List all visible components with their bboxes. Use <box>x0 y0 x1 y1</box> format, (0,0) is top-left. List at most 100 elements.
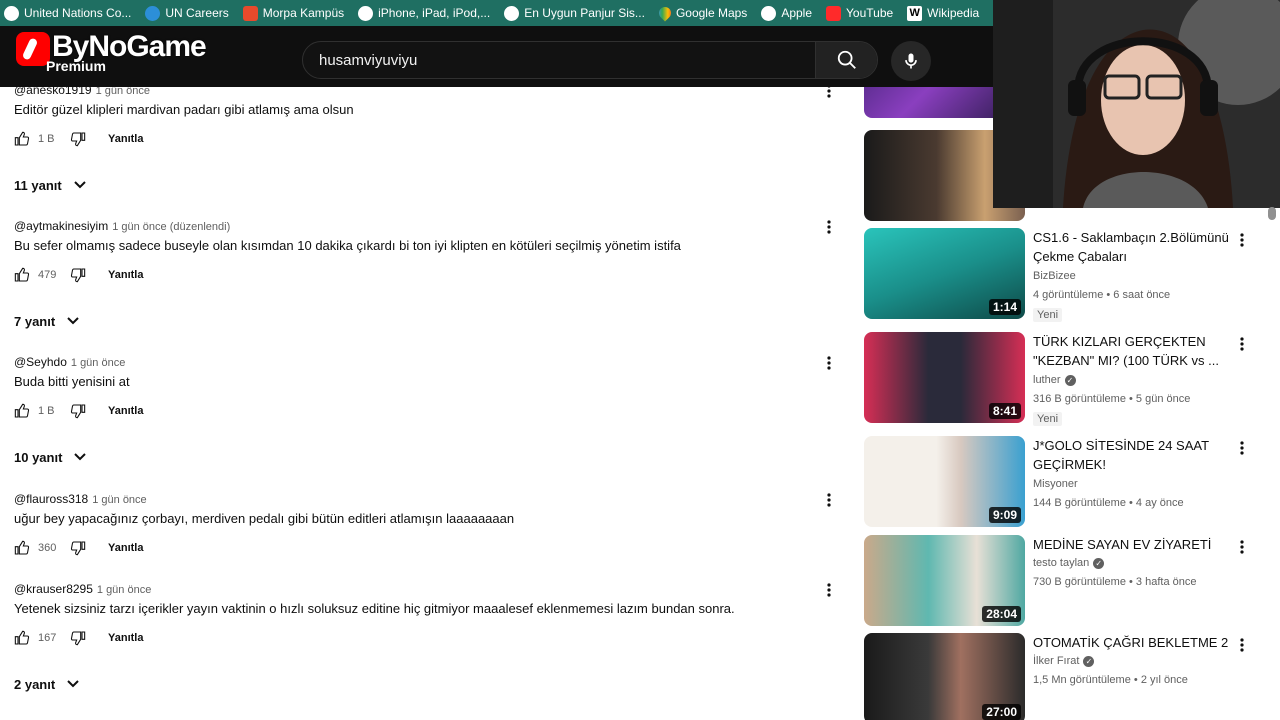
video-channel[interactable]: testo taylan ✓ <box>1033 557 1105 569</box>
reply-button[interactable]: Yanıtla <box>108 542 143 554</box>
dislike-icon[interactable] <box>70 540 86 556</box>
microphone-icon <box>905 53 917 69</box>
dislike-icon[interactable] <box>70 630 86 646</box>
video-channel[interactable]: İlker Fırat ✓ <box>1033 655 1095 667</box>
bookmark-label: YouTube <box>846 6 894 20</box>
video-title[interactable]: TÜRK KIZLARI GERÇEKTEN "KEZBAN" MI? (100… <box>1033 332 1229 370</box>
logo[interactable]: ByNoGame Premium <box>16 28 226 74</box>
comment-author[interactable]: @aytmakinesiyim <box>14 219 108 233</box>
bookmark-morpa[interactable]: Morpa Kampüs <box>242 5 344 21</box>
comment-time[interactable]: 1 gün önce (düzenlendi) <box>112 221 230 233</box>
video-thumbnail[interactable]: 1:14 <box>864 228 1025 319</box>
more-options-icon[interactable] <box>1234 336 1250 352</box>
replies-toggle[interactable]: 7 yanıt <box>14 313 81 329</box>
more-options-icon[interactable] <box>1234 539 1250 555</box>
verified-icon: ✓ <box>1083 655 1095 667</box>
reply-button[interactable]: Yanıtla <box>108 405 143 417</box>
channel-name: testo taylan <box>1033 557 1090 569</box>
scrollbar-thumb[interactable] <box>1268 207 1276 220</box>
reply-button[interactable]: Yanıtla <box>108 269 143 281</box>
comment: @aytmakinesiyim 1 gün önce (düzenlendi) B… <box>14 219 844 283</box>
video-card[interactable]: 8:41 TÜRK KIZLARI GERÇEKTEN "KEZBAN" MI?… <box>864 332 1264 426</box>
video-age: 4 ay önce <box>1135 497 1184 509</box>
replies-toggle[interactable]: 10 yanıt <box>14 449 88 465</box>
comment-time[interactable]: 1 gün önce <box>92 494 146 506</box>
bookmark-google-maps[interactable]: Google Maps <box>656 4 747 22</box>
more-options-icon[interactable] <box>821 219 837 235</box>
channel-name: BizBizee <box>1033 270 1076 282</box>
like-icon[interactable] <box>14 403 30 419</box>
video-title[interactable]: MEDİNE SAYAN EV ZİYARETİ <box>1033 535 1229 554</box>
reply-button[interactable]: Yanıtla <box>108 133 143 145</box>
bookmark-iphone[interactable]: iPhone, iPad, iPod,... <box>358 5 490 21</box>
voice-search-button[interactable] <box>891 41 931 81</box>
top-nav: ByNoGame Premium husamviyuviyu <box>0 26 993 87</box>
bookmark-un-careers[interactable]: UN Careers <box>145 5 229 21</box>
replies-count: 10 yanıt <box>14 449 63 465</box>
replies-toggle[interactable]: 2 yanıt <box>14 676 81 692</box>
video-thumbnail[interactable]: 27:00 <box>864 633 1025 720</box>
like-icon[interactable] <box>14 131 30 147</box>
bookmark-united-nations[interactable]: United Nations Co... <box>4 5 132 21</box>
video-card[interactable]: 9:09 J*GOLO SİTESİNDE 24 SAAT GEÇİRMEK! … <box>864 436 1264 528</box>
video-views: 4 görüntüleme <box>1033 289 1104 301</box>
bookmark-panjur[interactable]: En Uygun Panjur Sis... <box>504 5 645 21</box>
like-count: 360 <box>38 542 57 554</box>
video-channel[interactable]: luther ✓ <box>1033 374 1076 386</box>
video-title[interactable]: OTOMATİK ÇAĞRI BEKLETME 2 <box>1033 633 1229 652</box>
more-options-icon[interactable] <box>1234 232 1250 248</box>
dislike-icon[interactable] <box>70 267 86 283</box>
video-title[interactable]: J*GOLO SİTESİNDE 24 SAAT GEÇİRMEK! <box>1033 436 1229 474</box>
video-thumbnail[interactable]: 8:41 <box>864 332 1025 423</box>
like-icon[interactable] <box>14 540 30 556</box>
like-icon[interactable] <box>14 267 30 283</box>
search-button[interactable] <box>815 42 877 78</box>
more-options-icon[interactable] <box>821 492 837 508</box>
bookmark-label: UN Careers <box>165 6 229 20</box>
channel-name: Misyoner <box>1033 478 1078 490</box>
comment-time[interactable]: 1 gün önce <box>96 87 150 97</box>
dislike-icon[interactable] <box>70 131 86 147</box>
comment-author[interactable]: @Seyhdo <box>14 355 67 369</box>
video-duration: 1:14 <box>988 299 1021 315</box>
comment-text: Buda bitti yenisini at <box>14 374 130 389</box>
comment-author[interactable]: @flauross318 <box>14 492 88 506</box>
video-thumbnail[interactable]: 9:09 <box>864 436 1025 527</box>
more-options-icon[interactable] <box>821 355 837 371</box>
reply-button[interactable]: Yanıtla <box>108 632 143 644</box>
bookmark-wikipedia[interactable]: W Wikipedia <box>907 5 979 21</box>
webcam-image <box>993 0 1280 208</box>
comment-text: Yetenek sizsiniz tarzı içerikler yayın v… <box>14 601 735 616</box>
video-views: 1,5 Mn görüntüleme <box>1033 674 1131 686</box>
replies-toggle[interactable]: 11 yanıt <box>14 177 88 193</box>
video-card[interactable]: 28:04 MEDİNE SAYAN EV ZİYARETİ testo tay… <box>864 535 1264 627</box>
video-thumbnail[interactable]: 28:04 <box>864 535 1025 626</box>
comment-text: uğur bey yapacağınız çorbayı, merdiven p… <box>14 511 515 526</box>
video-duration: 28:04 <box>982 606 1021 622</box>
like-icon[interactable] <box>14 630 30 646</box>
bookmark-label: United Nations Co... <box>24 6 132 20</box>
more-options-icon[interactable] <box>1234 637 1250 653</box>
comment-time[interactable]: 1 gün önce <box>71 357 125 369</box>
replies-count: 2 yanıt <box>14 676 56 692</box>
video-card[interactable]: 1:14 CS1.6 - Saklambaçın 2.Bölümünü Çekm… <box>864 228 1264 322</box>
comment-author[interactable]: @krauser8295 <box>14 582 93 596</box>
more-options-icon[interactable] <box>1234 440 1250 456</box>
comment-text: Editör güzel klipleri mardivan padarı gi… <box>14 102 354 117</box>
bookmark-youtube[interactable]: YouTube <box>826 5 894 21</box>
video-channel[interactable]: BizBizee <box>1033 270 1076 282</box>
more-options-icon[interactable] <box>821 582 837 598</box>
maps-icon <box>656 4 674 22</box>
video-channel[interactable]: Misyoner <box>1033 478 1078 490</box>
comment-author[interactable]: @anesko1919 <box>14 87 92 97</box>
verified-icon: ✓ <box>1064 374 1076 386</box>
dislike-icon[interactable] <box>70 403 86 419</box>
un-icon <box>145 5 161 21</box>
more-options-icon[interactable] <box>821 87 837 99</box>
video-title[interactable]: CS1.6 - Saklambaçın 2.Bölümünü Çekme Çab… <box>1033 228 1229 266</box>
search-input[interactable]: husamviyuviyu <box>319 52 417 69</box>
comment-time[interactable]: 1 gün önce <box>97 584 151 596</box>
bookmark-apple[interactable]: Apple <box>761 5 812 21</box>
video-card[interactable]: 27:00 OTOMATİK ÇAĞRI BEKLETME 2 İlker Fı… <box>864 633 1264 720</box>
comment: @krauser8295 1 gün önce Yetenek sizsiniz … <box>14 582 844 646</box>
